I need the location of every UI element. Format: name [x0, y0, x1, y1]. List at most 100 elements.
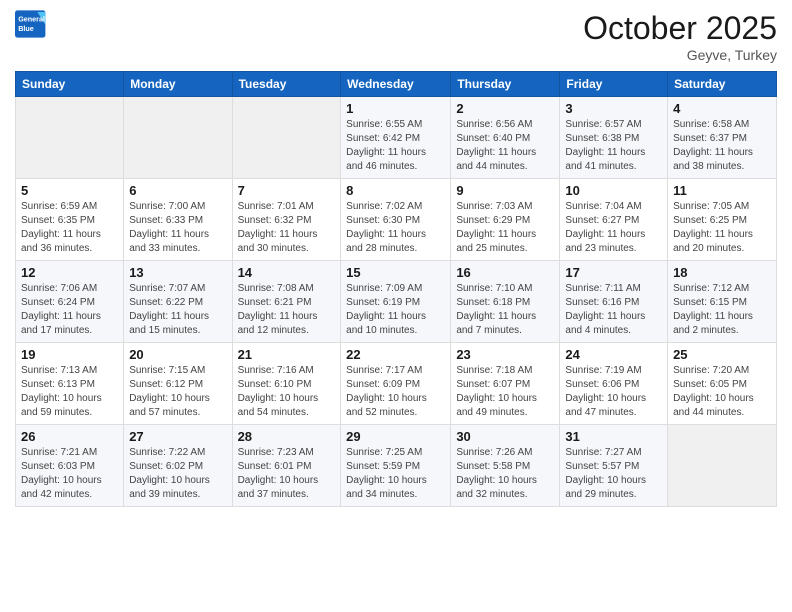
day-cell: 25 Sunrise: 7:20 AM Sunset: 6:05 PM Dayli…	[668, 343, 777, 425]
day-cell: 16 Sunrise: 7:10 AM Sunset: 6:18 PM Dayli…	[451, 261, 560, 343]
day-number: 16	[456, 265, 554, 280]
day-cell: 8 Sunrise: 7:02 AM Sunset: 6:30 PM Daylig…	[341, 179, 451, 261]
day-cell: 13Sunrise: 7:07 AM Sunset: 6:22 PM Dayli…	[124, 261, 232, 343]
day-number: 26	[21, 429, 118, 444]
svg-text:Blue: Blue	[18, 24, 34, 33]
column-header-saturday: Saturday	[668, 72, 777, 97]
day-cell	[668, 425, 777, 507]
calendar-header-row: SundayMondayTuesdayWednesdayThursdayFrid…	[16, 72, 777, 97]
location: Geyve, Turkey	[583, 47, 777, 63]
day-info: Sunrise: 7:09 AM Sunset: 6:19 PM Dayligh…	[346, 282, 445, 338]
day-info: Sunrise: 7:17 AM Sunset: 6:09 PM Dayligh…	[346, 364, 445, 420]
title-block: October 2025 Geyve, Turkey	[583, 10, 777, 63]
day-number: 10	[565, 183, 662, 198]
day-cell	[16, 97, 124, 179]
day-number: 25	[673, 347, 771, 362]
column-header-wednesday: Wednesday	[341, 72, 451, 97]
day-number: 3	[565, 101, 662, 116]
column-header-thursday: Thursday	[451, 72, 560, 97]
day-info: Sunrise: 7:03 AM Sunset: 6:29 PM Dayligh…	[456, 200, 554, 256]
day-cell: 10 Sunrise: 7:04 AM Sunset: 6:27 PM Dayli…	[560, 179, 668, 261]
column-header-sunday: Sunday	[16, 72, 124, 97]
day-info: Sunrise: 7:15 AM Sunset: 6:12 PM Dayligh…	[129, 364, 226, 420]
day-info: Sunrise: 7:16 AM Sunset: 6:10 PM Dayligh…	[238, 364, 336, 420]
day-cell: 11Sunrise: 7:05 AM Sunset: 6:25 PM Dayli…	[668, 179, 777, 261]
day-number: 7	[238, 183, 336, 198]
day-number: 4	[673, 101, 771, 116]
day-number: 27	[129, 429, 226, 444]
day-cell: 4Sunrise: 6:58 AM Sunset: 6:37 PM Daylig…	[668, 97, 777, 179]
day-number: 2	[456, 101, 554, 116]
day-info: Sunrise: 7:08 AM Sunset: 6:21 PM Dayligh…	[238, 282, 336, 338]
calendar-table: SundayMondayTuesdayWednesdayThursdayFrid…	[15, 71, 777, 507]
day-info: Sunrise: 7:10 AM Sunset: 6:18 PM Dayligh…	[456, 282, 554, 338]
day-info: Sunrise: 7:18 AM Sunset: 6:07 PM Dayligh…	[456, 364, 554, 420]
header: General Blue October 2025 Geyve, Turkey	[15, 10, 777, 63]
day-number: 22	[346, 347, 445, 362]
day-info: Sunrise: 7:20 AM Sunset: 6:05 PM Dayligh…	[673, 364, 771, 420]
day-info: Sunrise: 7:07 AM Sunset: 6:22 PM Dayligh…	[129, 282, 226, 338]
day-info: Sunrise: 7:13 AM Sunset: 6:13 PM Dayligh…	[21, 364, 118, 420]
day-cell: 26Sunrise: 7:21 AM Sunset: 6:03 PM Dayli…	[16, 425, 124, 507]
day-cell: 7 Sunrise: 7:01 AM Sunset: 6:32 PM Daylig…	[232, 179, 341, 261]
day-cell	[232, 97, 341, 179]
logo: General Blue	[15, 10, 47, 38]
day-info: Sunrise: 7:25 AM Sunset: 5:59 PM Dayligh…	[346, 446, 445, 502]
day-number: 15	[346, 265, 445, 280]
day-number: 1	[346, 101, 445, 116]
day-info: Sunrise: 6:59 AM Sunset: 6:35 PM Dayligh…	[21, 200, 118, 256]
day-number: 6	[129, 183, 226, 198]
day-cell: 30Sunrise: 7:26 AM Sunset: 5:58 PM Dayli…	[451, 425, 560, 507]
day-number: 5	[21, 183, 118, 198]
day-cell: 19Sunrise: 7:13 AM Sunset: 6:13 PM Dayli…	[16, 343, 124, 425]
day-number: 21	[238, 347, 336, 362]
day-cell: 1 Sunrise: 6:55 AM Sunset: 6:42 PM Daylig…	[341, 97, 451, 179]
day-number: 12	[21, 265, 118, 280]
day-cell: 27 Sunrise: 7:22 AM Sunset: 6:02 PM Dayli…	[124, 425, 232, 507]
day-cell: 24Sunrise: 7:19 AM Sunset: 6:06 PM Dayli…	[560, 343, 668, 425]
day-info: Sunrise: 7:12 AM Sunset: 6:15 PM Dayligh…	[673, 282, 771, 338]
month-title: October 2025	[583, 10, 777, 47]
day-info: Sunrise: 7:23 AM Sunset: 6:01 PM Dayligh…	[238, 446, 336, 502]
day-number: 20	[129, 347, 226, 362]
day-number: 28	[238, 429, 336, 444]
week-row-1: 1 Sunrise: 6:55 AM Sunset: 6:42 PM Daylig…	[16, 97, 777, 179]
day-cell	[124, 97, 232, 179]
day-number: 24	[565, 347, 662, 362]
day-cell: 29 Sunrise: 7:25 AM Sunset: 5:59 PM Dayli…	[341, 425, 451, 507]
logo-icon: General Blue	[15, 10, 47, 38]
day-info: Sunrise: 6:56 AM Sunset: 6:40 PM Dayligh…	[456, 118, 554, 174]
day-info: Sunrise: 6:55 AM Sunset: 6:42 PM Dayligh…	[346, 118, 445, 174]
day-cell: 6 Sunrise: 7:00 AM Sunset: 6:33 PM Daylig…	[124, 179, 232, 261]
day-info: Sunrise: 7:22 AM Sunset: 6:02 PM Dayligh…	[129, 446, 226, 502]
column-header-friday: Friday	[560, 72, 668, 97]
day-number: 8	[346, 183, 445, 198]
svg-text:General: General	[18, 15, 45, 24]
day-info: Sunrise: 7:00 AM Sunset: 6:33 PM Dayligh…	[129, 200, 226, 256]
day-info: Sunrise: 7:01 AM Sunset: 6:32 PM Dayligh…	[238, 200, 336, 256]
day-info: Sunrise: 6:57 AM Sunset: 6:38 PM Dayligh…	[565, 118, 662, 174]
day-number: 14	[238, 265, 336, 280]
day-cell: 28 Sunrise: 7:23 AM Sunset: 6:01 PM Dayli…	[232, 425, 341, 507]
day-cell: 31Sunrise: 7:27 AM Sunset: 5:57 PM Dayli…	[560, 425, 668, 507]
day-info: Sunrise: 7:11 AM Sunset: 6:16 PM Dayligh…	[565, 282, 662, 338]
day-info: Sunrise: 7:02 AM Sunset: 6:30 PM Dayligh…	[346, 200, 445, 256]
day-cell: 22 Sunrise: 7:17 AM Sunset: 6:09 PM Dayli…	[341, 343, 451, 425]
day-cell: 12 Sunrise: 7:06 AM Sunset: 6:24 PM Dayli…	[16, 261, 124, 343]
day-cell: 14 Sunrise: 7:08 AM Sunset: 6:21 PM Dayli…	[232, 261, 341, 343]
day-number: 29	[346, 429, 445, 444]
day-number: 9	[456, 183, 554, 198]
day-info: Sunrise: 7:05 AM Sunset: 6:25 PM Dayligh…	[673, 200, 771, 256]
page: General Blue October 2025 Geyve, Turkey …	[0, 0, 792, 522]
week-row-4: 19Sunrise: 7:13 AM Sunset: 6:13 PM Dayli…	[16, 343, 777, 425]
day-number: 18	[673, 265, 771, 280]
day-info: Sunrise: 7:06 AM Sunset: 6:24 PM Dayligh…	[21, 282, 118, 338]
week-row-2: 5 Sunrise: 6:59 AM Sunset: 6:35 PM Daylig…	[16, 179, 777, 261]
day-info: Sunrise: 7:04 AM Sunset: 6:27 PM Dayligh…	[565, 200, 662, 256]
day-cell: 15 Sunrise: 7:09 AM Sunset: 6:19 PM Dayli…	[341, 261, 451, 343]
day-cell: 18 Sunrise: 7:12 AM Sunset: 6:15 PM Dayli…	[668, 261, 777, 343]
day-cell: 17Sunrise: 7:11 AM Sunset: 6:16 PM Dayli…	[560, 261, 668, 343]
day-info: Sunrise: 7:26 AM Sunset: 5:58 PM Dayligh…	[456, 446, 554, 502]
column-header-tuesday: Tuesday	[232, 72, 341, 97]
column-header-monday: Monday	[124, 72, 232, 97]
